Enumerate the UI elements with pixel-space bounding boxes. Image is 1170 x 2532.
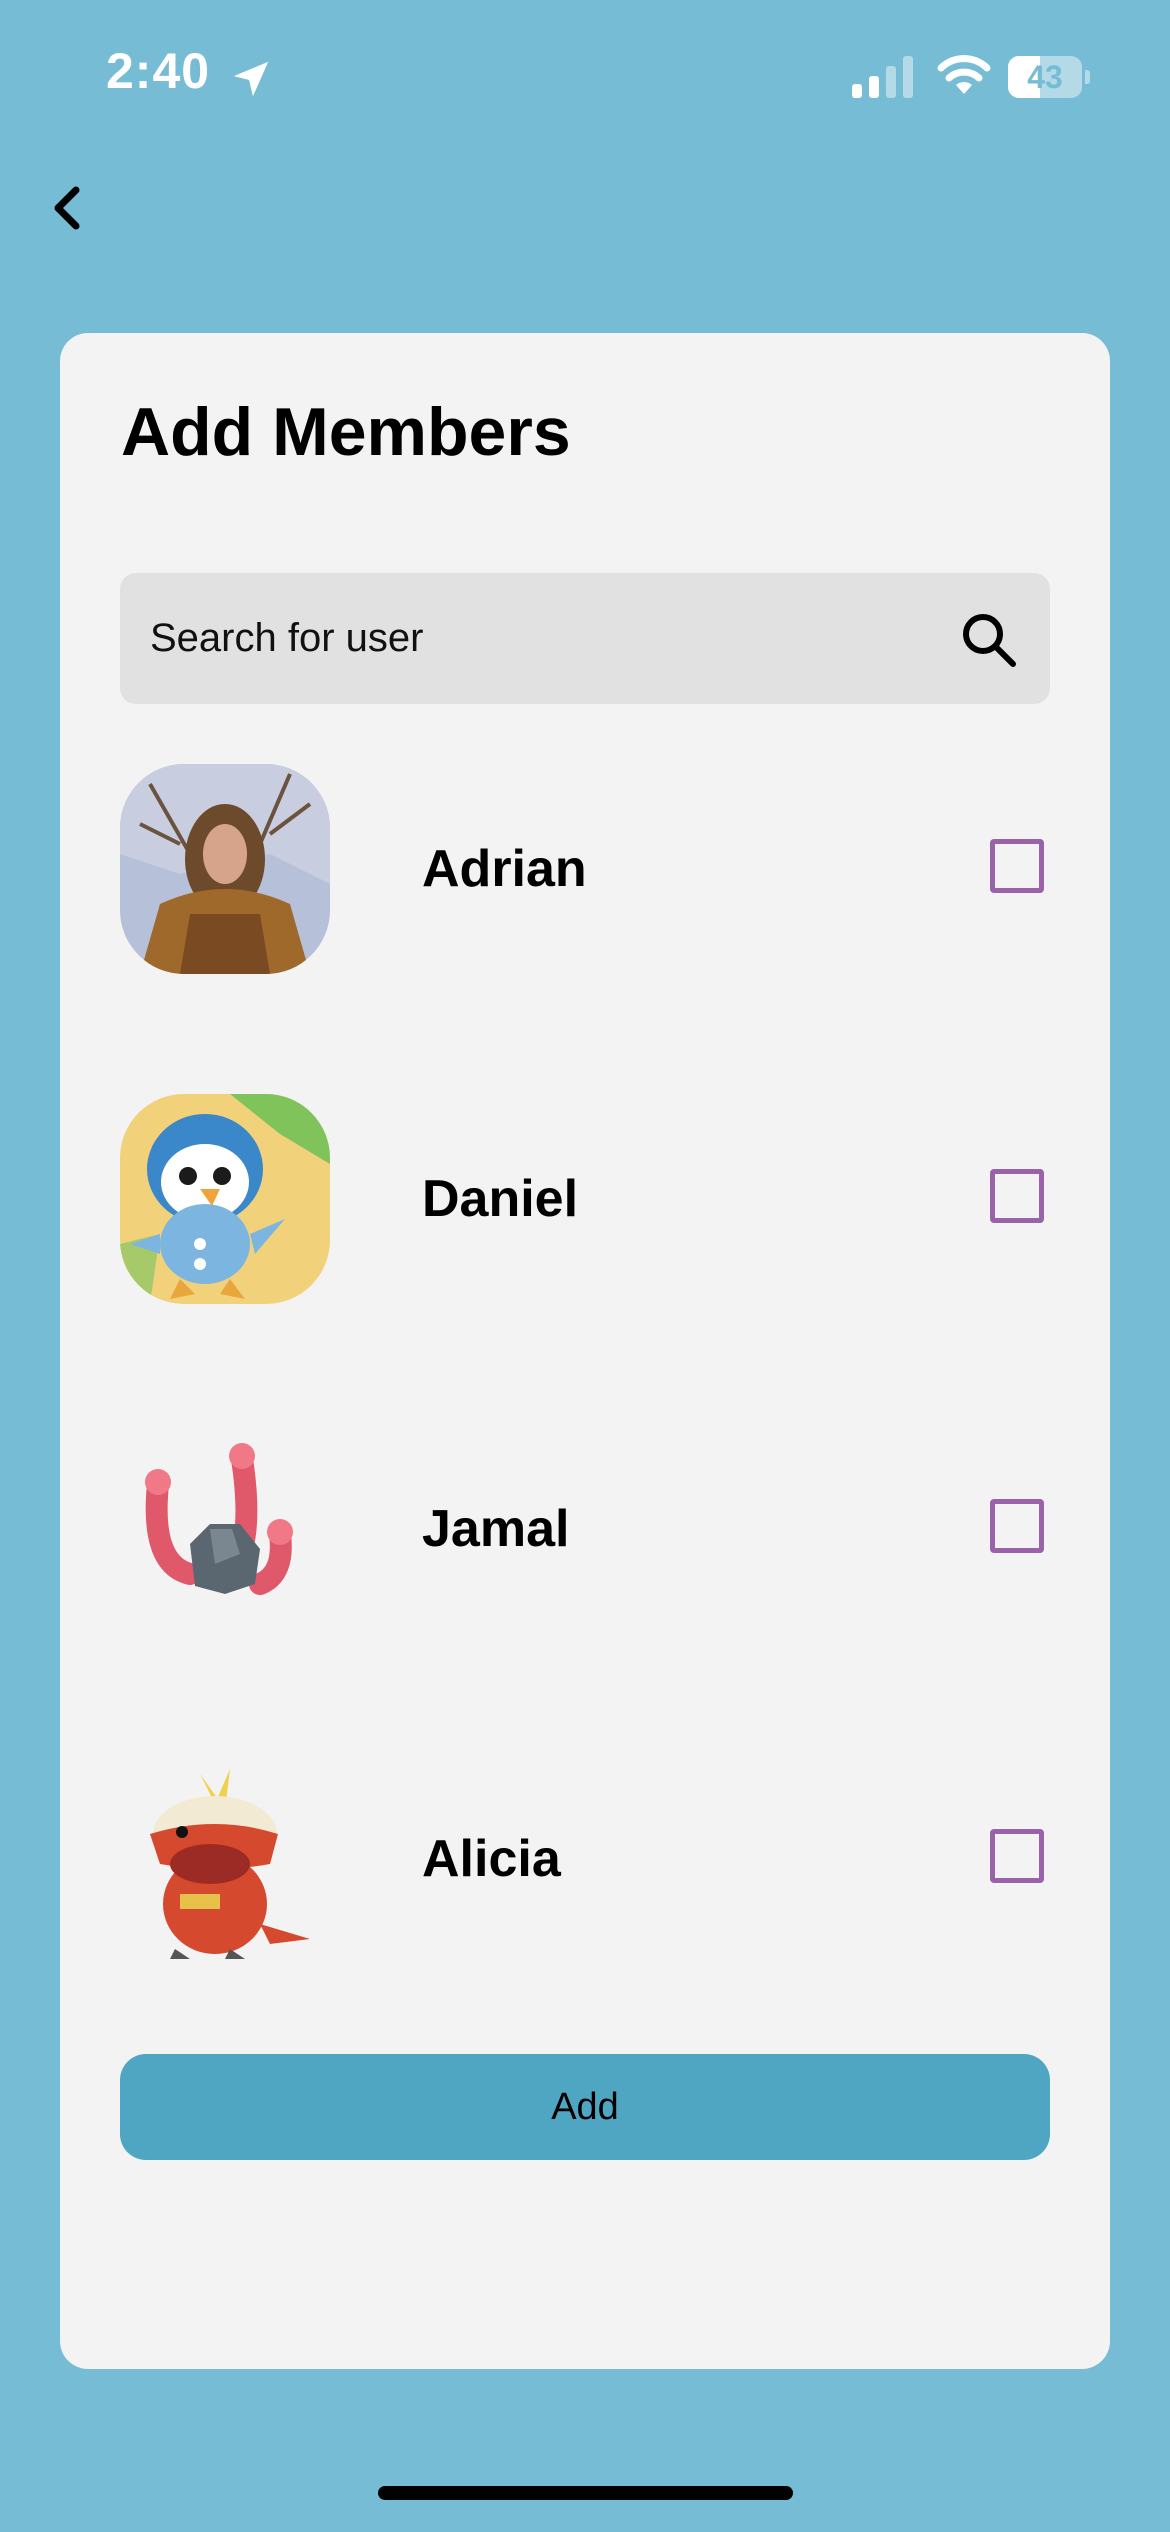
member-checkbox[interactable] xyxy=(990,839,1044,893)
add-members-card: Add Members Adrian xyxy=(60,333,1110,2369)
cellular-signal-icon xyxy=(852,56,913,98)
member-checkbox[interactable] xyxy=(990,1169,1044,1223)
search-input[interactable] xyxy=(150,573,930,704)
avatar xyxy=(120,1754,330,1964)
member-name: Alicia xyxy=(422,1830,561,1888)
wifi-icon xyxy=(937,55,991,94)
avatar xyxy=(120,1094,330,1304)
member-row-adrian[interactable]: Adrian xyxy=(120,764,1050,974)
member-name: Adrian xyxy=(422,840,587,898)
battery-level: 43 xyxy=(1027,59,1063,95)
chevron-left-icon[interactable] xyxy=(38,172,98,242)
member-row-daniel[interactable]: Daniel xyxy=(120,1094,1050,1304)
search-icon[interactable] xyxy=(958,609,1020,671)
member-row-alicia[interactable]: Alicia xyxy=(120,1754,1050,1964)
location-arrow-icon xyxy=(233,61,269,97)
member-checkbox[interactable] xyxy=(990,1499,1044,1553)
member-checkbox[interactable] xyxy=(990,1829,1044,1883)
avatar xyxy=(120,764,330,974)
member-name: Daniel xyxy=(422,1170,579,1228)
member-name: Jamal xyxy=(422,1500,570,1558)
status-time: 2:40 xyxy=(106,43,211,99)
home-indicator[interactable] xyxy=(378,2486,793,2500)
add-button[interactable]: Add xyxy=(120,2054,1050,2160)
battery-indicator: 43 xyxy=(1008,56,1090,98)
avatar xyxy=(120,1424,330,1634)
page-title: Add Members xyxy=(121,394,571,470)
search-bar xyxy=(120,573,1050,704)
member-row-jamal[interactable]: Jamal xyxy=(120,1424,1050,1634)
status-bar: 2:40 43 xyxy=(0,0,1170,150)
